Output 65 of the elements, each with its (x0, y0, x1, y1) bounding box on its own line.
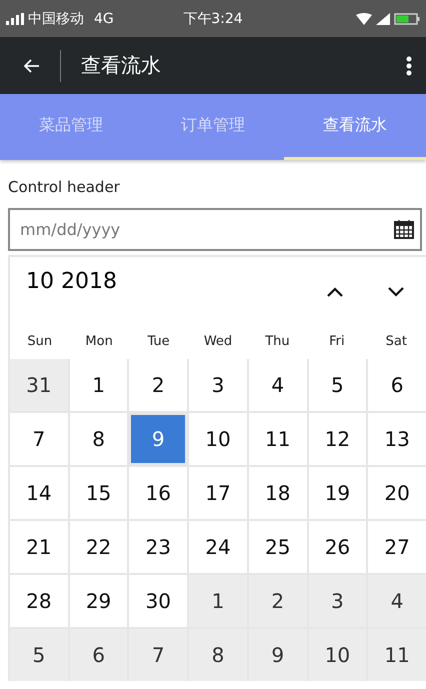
day-cell[interactable]: 31 (10, 359, 68, 411)
weekday-label: Thu (264, 334, 291, 348)
day-cell[interactable]: 26 (308, 521, 366, 573)
day-cell[interactable]: 5 (308, 359, 366, 411)
day-cell[interactable]: 24 (189, 521, 247, 573)
day-cell[interactable]: 11 (248, 413, 307, 465)
chevron-down-icon (388, 287, 404, 297)
day-cell[interactable]: 12 (308, 413, 366, 465)
day-cell[interactable]: 14 (10, 467, 68, 519)
day-cell[interactable]: 1 (70, 359, 128, 411)
day-cell[interactable]: 27 (368, 521, 426, 573)
day-cell[interactable]: 8 (189, 629, 247, 681)
battery-icon (394, 12, 420, 24)
day-cell[interactable]: 22 (70, 521, 128, 573)
more-icon[interactable] (406, 56, 412, 76)
day-cell[interactable]: 5 (10, 629, 68, 681)
day-cell[interactable]: 18 (248, 467, 307, 519)
day-cell[interactable]: 16 (129, 467, 188, 519)
day-cell[interactable]: 29 (70, 575, 128, 627)
weekday-label: Sun (26, 334, 54, 348)
day-cell[interactable]: 4 (368, 575, 426, 627)
day-cell[interactable]: 25 (248, 521, 307, 573)
network-text: 4G (94, 10, 114, 26)
day-cell[interactable]: 3 (189, 359, 247, 411)
day-cell[interactable]: 7 (10, 413, 68, 465)
day-cell[interactable]: 9 (129, 413, 188, 465)
day-cell[interactable]: 28 (10, 575, 68, 627)
month-label: 10 2018 (25, 268, 118, 294)
back-icon[interactable] (24, 58, 40, 72)
signal-icon (6, 12, 24, 24)
day-cell[interactable]: 1 (189, 575, 247, 627)
weekday-label: Tue (146, 334, 171, 348)
day-cell[interactable]: 2 (129, 359, 188, 411)
day-cell[interactable]: 6 (70, 629, 128, 681)
page-title: 查看流水 (81, 52, 162, 79)
wifi-icon (356, 12, 372, 24)
day-cell[interactable]: 10 (308, 629, 366, 681)
day-cell[interactable]: 8 (70, 413, 128, 465)
day-cell[interactable]: 21 (10, 521, 68, 573)
day-cell[interactable]: 9 (248, 629, 307, 681)
day-cell[interactable]: 19 (308, 467, 366, 519)
day-cell[interactable]: 20 (368, 467, 426, 519)
day-cell[interactable]: 2 (248, 575, 307, 627)
weekday-label: Sat (384, 334, 408, 348)
day-cell[interactable]: 23 (129, 521, 188, 573)
day-cell[interactable]: 7 (129, 629, 188, 681)
day-cell[interactable]: 13 (368, 413, 426, 465)
field-header: Control header (7, 177, 121, 198)
calendar-icon[interactable] (394, 219, 414, 239)
date-field[interactable]: mm/dd/yyyy (8, 208, 422, 251)
day-cell[interactable]: 10 (189, 413, 247, 465)
day-cell[interactable]: 6 (368, 359, 426, 411)
weekday-label: Mon (84, 334, 114, 348)
weekday-label: Fri (328, 334, 346, 348)
cell-signal-icon (376, 12, 390, 24)
day-cell[interactable]: 11 (368, 629, 426, 681)
day-cell[interactable]: 17 (189, 467, 247, 519)
clock-text: 下午3:24 (182, 10, 244, 28)
weekday-label: Wed (202, 334, 234, 348)
day-cell[interactable]: 30 (129, 575, 188, 627)
day-cell[interactable]: 15 (70, 467, 128, 519)
chevron-up-icon (326, 287, 342, 297)
day-cell[interactable]: 4 (248, 359, 307, 411)
day-cell[interactable]: 3 (308, 575, 366, 627)
carrier-text: 中国移动 (28, 10, 84, 28)
